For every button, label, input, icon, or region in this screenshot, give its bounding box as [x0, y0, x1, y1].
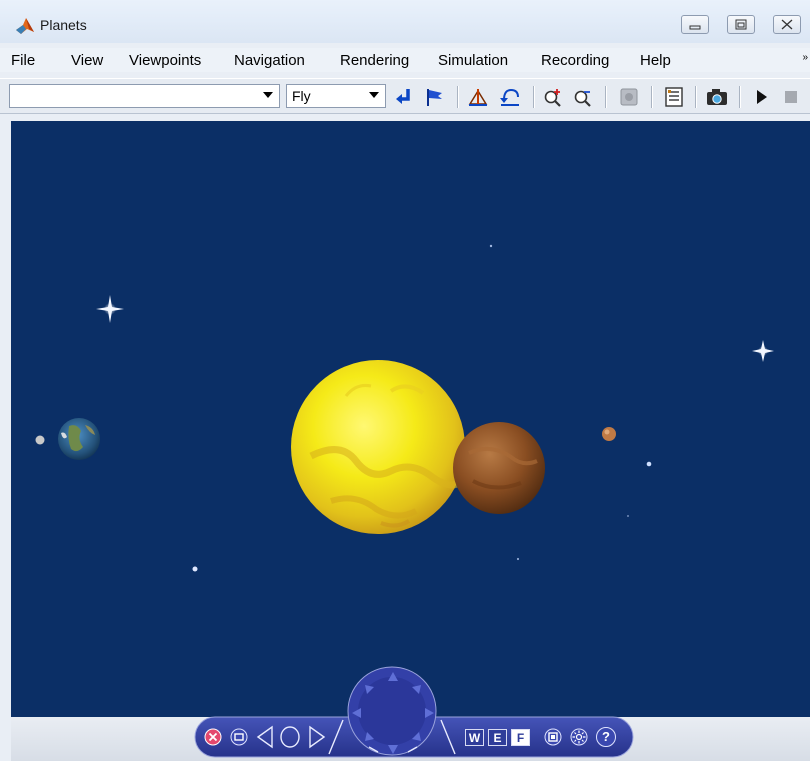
minimize-panel-icon[interactable] [229, 727, 249, 747]
edges-toggle-button[interactable]: E [488, 729, 507, 746]
fit-view-icon[interactable] [543, 727, 563, 747]
tilt-right-icon[interactable] [438, 718, 458, 756]
headlight-toggle-icon[interactable] [569, 727, 589, 747]
tilt-left-icon[interactable] [326, 718, 346, 756]
navigation-panel: W E F ? [0, 0, 810, 761]
exit-navigation-icon[interactable] [203, 727, 223, 747]
help-button[interactable]: ? [596, 727, 616, 747]
faces-toggle-button[interactable]: F [511, 729, 530, 746]
walk-direction-pad-icon[interactable] [348, 668, 438, 758]
navigation-panel-shape [194, 666, 634, 758]
wireframe-toggle-button[interactable]: W [465, 729, 484, 746]
slide-controls-icon[interactable] [256, 724, 326, 750]
simulink-3d-viewer-window: Planets File View Viewpoints Navigation … [0, 0, 810, 761]
